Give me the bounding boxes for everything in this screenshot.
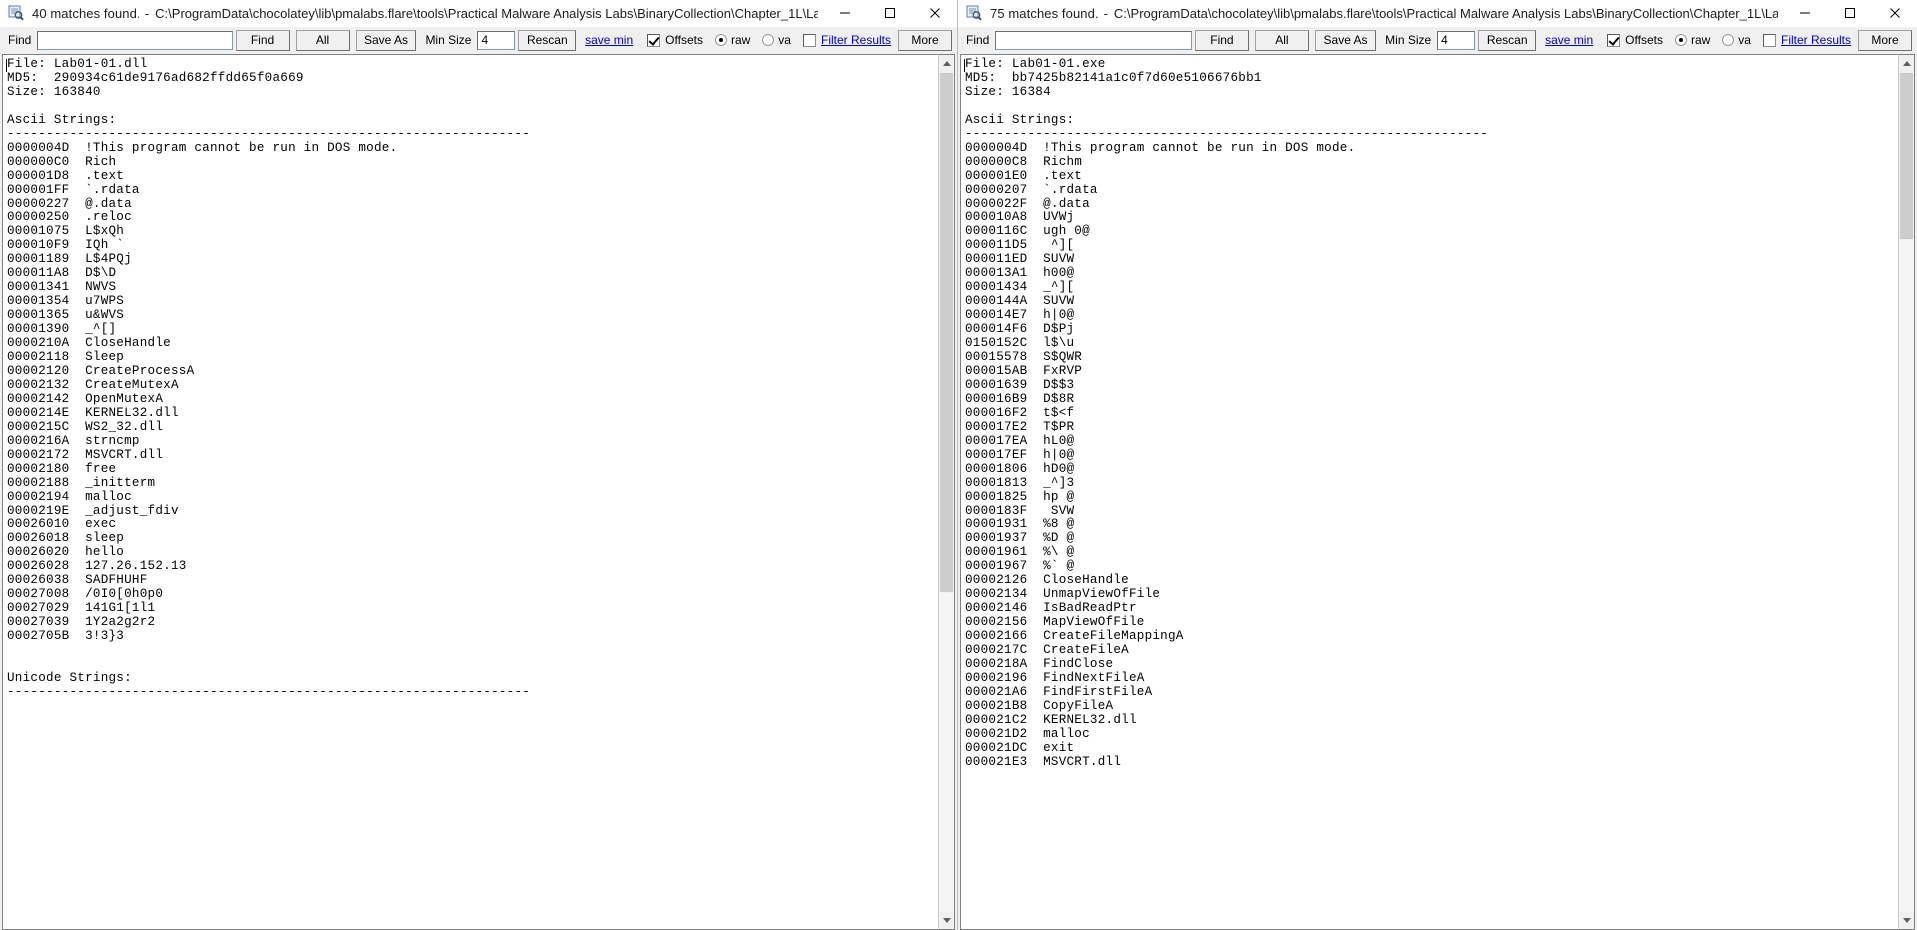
toolbar-right: Find Find All Save As Min Size Rescan sa… — [958, 27, 1917, 52]
save-as-button[interactable]: Save As — [355, 29, 417, 51]
strings-output-text: File: Lab01-01.dll MD5: 290934c61de9176a… — [7, 57, 531, 699]
raw-label: raw — [1690, 33, 1711, 47]
filter-results-checkbox[interactable]: Filter Results — [1755, 33, 1855, 47]
window-title-matches: 75 matches found... — [990, 5, 1098, 21]
title-separator: - — [1103, 5, 1108, 21]
titlebar-left[interactable]: 40 matches found... - C:\ProgramData\cho… — [0, 0, 957, 27]
title-separator: - — [144, 5, 150, 21]
window-title-path: C:\ProgramData\chocolatey\lib\pmalabs.fl… — [155, 5, 818, 21]
va-radio[interactable]: va — [1714, 33, 1755, 47]
maximize-button[interactable] — [1827, 0, 1872, 26]
titlebar-right[interactable]: 75 matches found... - C:\ProgramData\cho… — [958, 0, 1917, 27]
va-label: va — [778, 33, 791, 47]
strings-output-pane-right[interactable]: File: Lab01-01.exe MD5: bb7425b82141a1c0… — [960, 54, 1898, 930]
checkbox-icon — [1762, 33, 1776, 47]
find-button[interactable]: Find — [235, 29, 290, 51]
more-button[interactable]: More — [898, 29, 952, 51]
min-size-label: Min Size — [1385, 33, 1432, 47]
find-label: Find — [966, 33, 990, 47]
scrollbar-track[interactable] — [939, 72, 954, 912]
strings-output-pane-left[interactable]: File: Lab01-01.dll MD5: 290934c61de9176a… — [2, 54, 938, 930]
raw-radio[interactable]: raw — [707, 33, 754, 47]
find-label: Find — [8, 33, 32, 47]
scroll-up-button[interactable] — [939, 55, 954, 72]
window-controls-left — [822, 0, 957, 26]
window-title-path: C:\ProgramData\chocolatey\lib\pmalabs.fl… — [1113, 5, 1778, 21]
close-button[interactable] — [1872, 0, 1917, 26]
va-label: va — [1738, 33, 1751, 47]
find-button[interactable]: Find — [1194, 29, 1249, 51]
pane-wrap-left: File: Lab01-01.dll MD5: 290934c61de9176a… — [0, 52, 957, 930]
text-caret — [6, 59, 7, 72]
filter-results-label[interactable]: Filter Results — [1781, 33, 1851, 47]
search-input[interactable] — [37, 30, 233, 50]
filter-results-label[interactable]: Filter Results — [821, 33, 891, 47]
chevron-up-icon — [942, 61, 951, 66]
min-size-input[interactable] — [1437, 30, 1476, 50]
raw-label: raw — [730, 33, 751, 47]
desktop: 40 matches found... - C:\ProgramData\cho… — [0, 0, 1917, 930]
strings-window-left: 40 matches found... - C:\ProgramData\cho… — [0, 0, 958, 930]
minimize-button[interactable] — [822, 0, 867, 26]
strings-app-icon — [966, 5, 982, 21]
rescan-button[interactable]: Rescan — [1478, 29, 1537, 51]
offsets-checkbox[interactable]: Offsets — [1599, 33, 1667, 47]
strings-app-icon — [8, 5, 24, 21]
checkbox-icon — [647, 33, 661, 47]
window-controls-right — [1782, 0, 1917, 26]
rescan-button[interactable]: Rescan — [518, 29, 577, 51]
chevron-down-icon — [1902, 918, 1911, 923]
chevron-up-icon — [1902, 61, 1911, 66]
vertical-scrollbar-right[interactable] — [1898, 54, 1915, 930]
scrollbar-thumb[interactable] — [939, 72, 954, 593]
chevron-down-icon — [942, 918, 951, 923]
radio-off-icon — [1722, 34, 1735, 46]
radio-on-icon — [1674, 34, 1687, 46]
maximize-button[interactable] — [867, 0, 912, 26]
save-min-link[interactable]: save min — [1539, 33, 1599, 47]
va-radio[interactable]: va — [754, 33, 795, 47]
offsets-label: Offsets — [1625, 33, 1663, 47]
min-size-label: Min Size — [425, 33, 472, 47]
save-min-link[interactable]: save min — [579, 33, 639, 47]
radio-on-icon — [714, 34, 727, 46]
checkbox-icon — [802, 33, 816, 47]
min-size-input[interactable] — [477, 30, 516, 50]
filter-results-checkbox[interactable]: Filter Results — [795, 33, 895, 47]
checkbox-icon — [1607, 33, 1621, 47]
all-button[interactable]: All — [1254, 29, 1309, 51]
offsets-checkbox[interactable]: Offsets — [639, 33, 707, 47]
scroll-down-button[interactable] — [939, 912, 954, 929]
more-button[interactable]: More — [1858, 29, 1912, 51]
window-title-matches: 40 matches found... — [32, 5, 139, 21]
scroll-up-button[interactable] — [1899, 55, 1914, 72]
radio-off-icon — [762, 34, 775, 46]
raw-radio[interactable]: raw — [1667, 33, 1714, 47]
close-button[interactable] — [912, 0, 957, 26]
scrollbar-track[interactable] — [1899, 72, 1914, 912]
all-button[interactable]: All — [295, 29, 350, 51]
scroll-down-button[interactable] — [1899, 912, 1914, 929]
minimize-button[interactable] — [1782, 0, 1827, 26]
strings-output-text: File: Lab01-01.exe MD5: bb7425b82141a1c0… — [965, 57, 1489, 769]
toolbar-left: Find Find All Save As Min Size Rescan sa… — [0, 27, 957, 52]
scrollbar-thumb[interactable] — [1899, 72, 1914, 240]
text-caret — [964, 59, 965, 72]
pane-wrap-right: File: Lab01-01.exe MD5: bb7425b82141a1c0… — [958, 52, 1917, 930]
vertical-scrollbar-left[interactable] — [938, 54, 955, 930]
search-input[interactable] — [995, 30, 1192, 50]
offsets-label: Offsets — [665, 33, 703, 47]
save-as-button[interactable]: Save As — [1314, 29, 1377, 51]
strings-window-right: 75 matches found... - C:\ProgramData\cho… — [958, 0, 1917, 930]
